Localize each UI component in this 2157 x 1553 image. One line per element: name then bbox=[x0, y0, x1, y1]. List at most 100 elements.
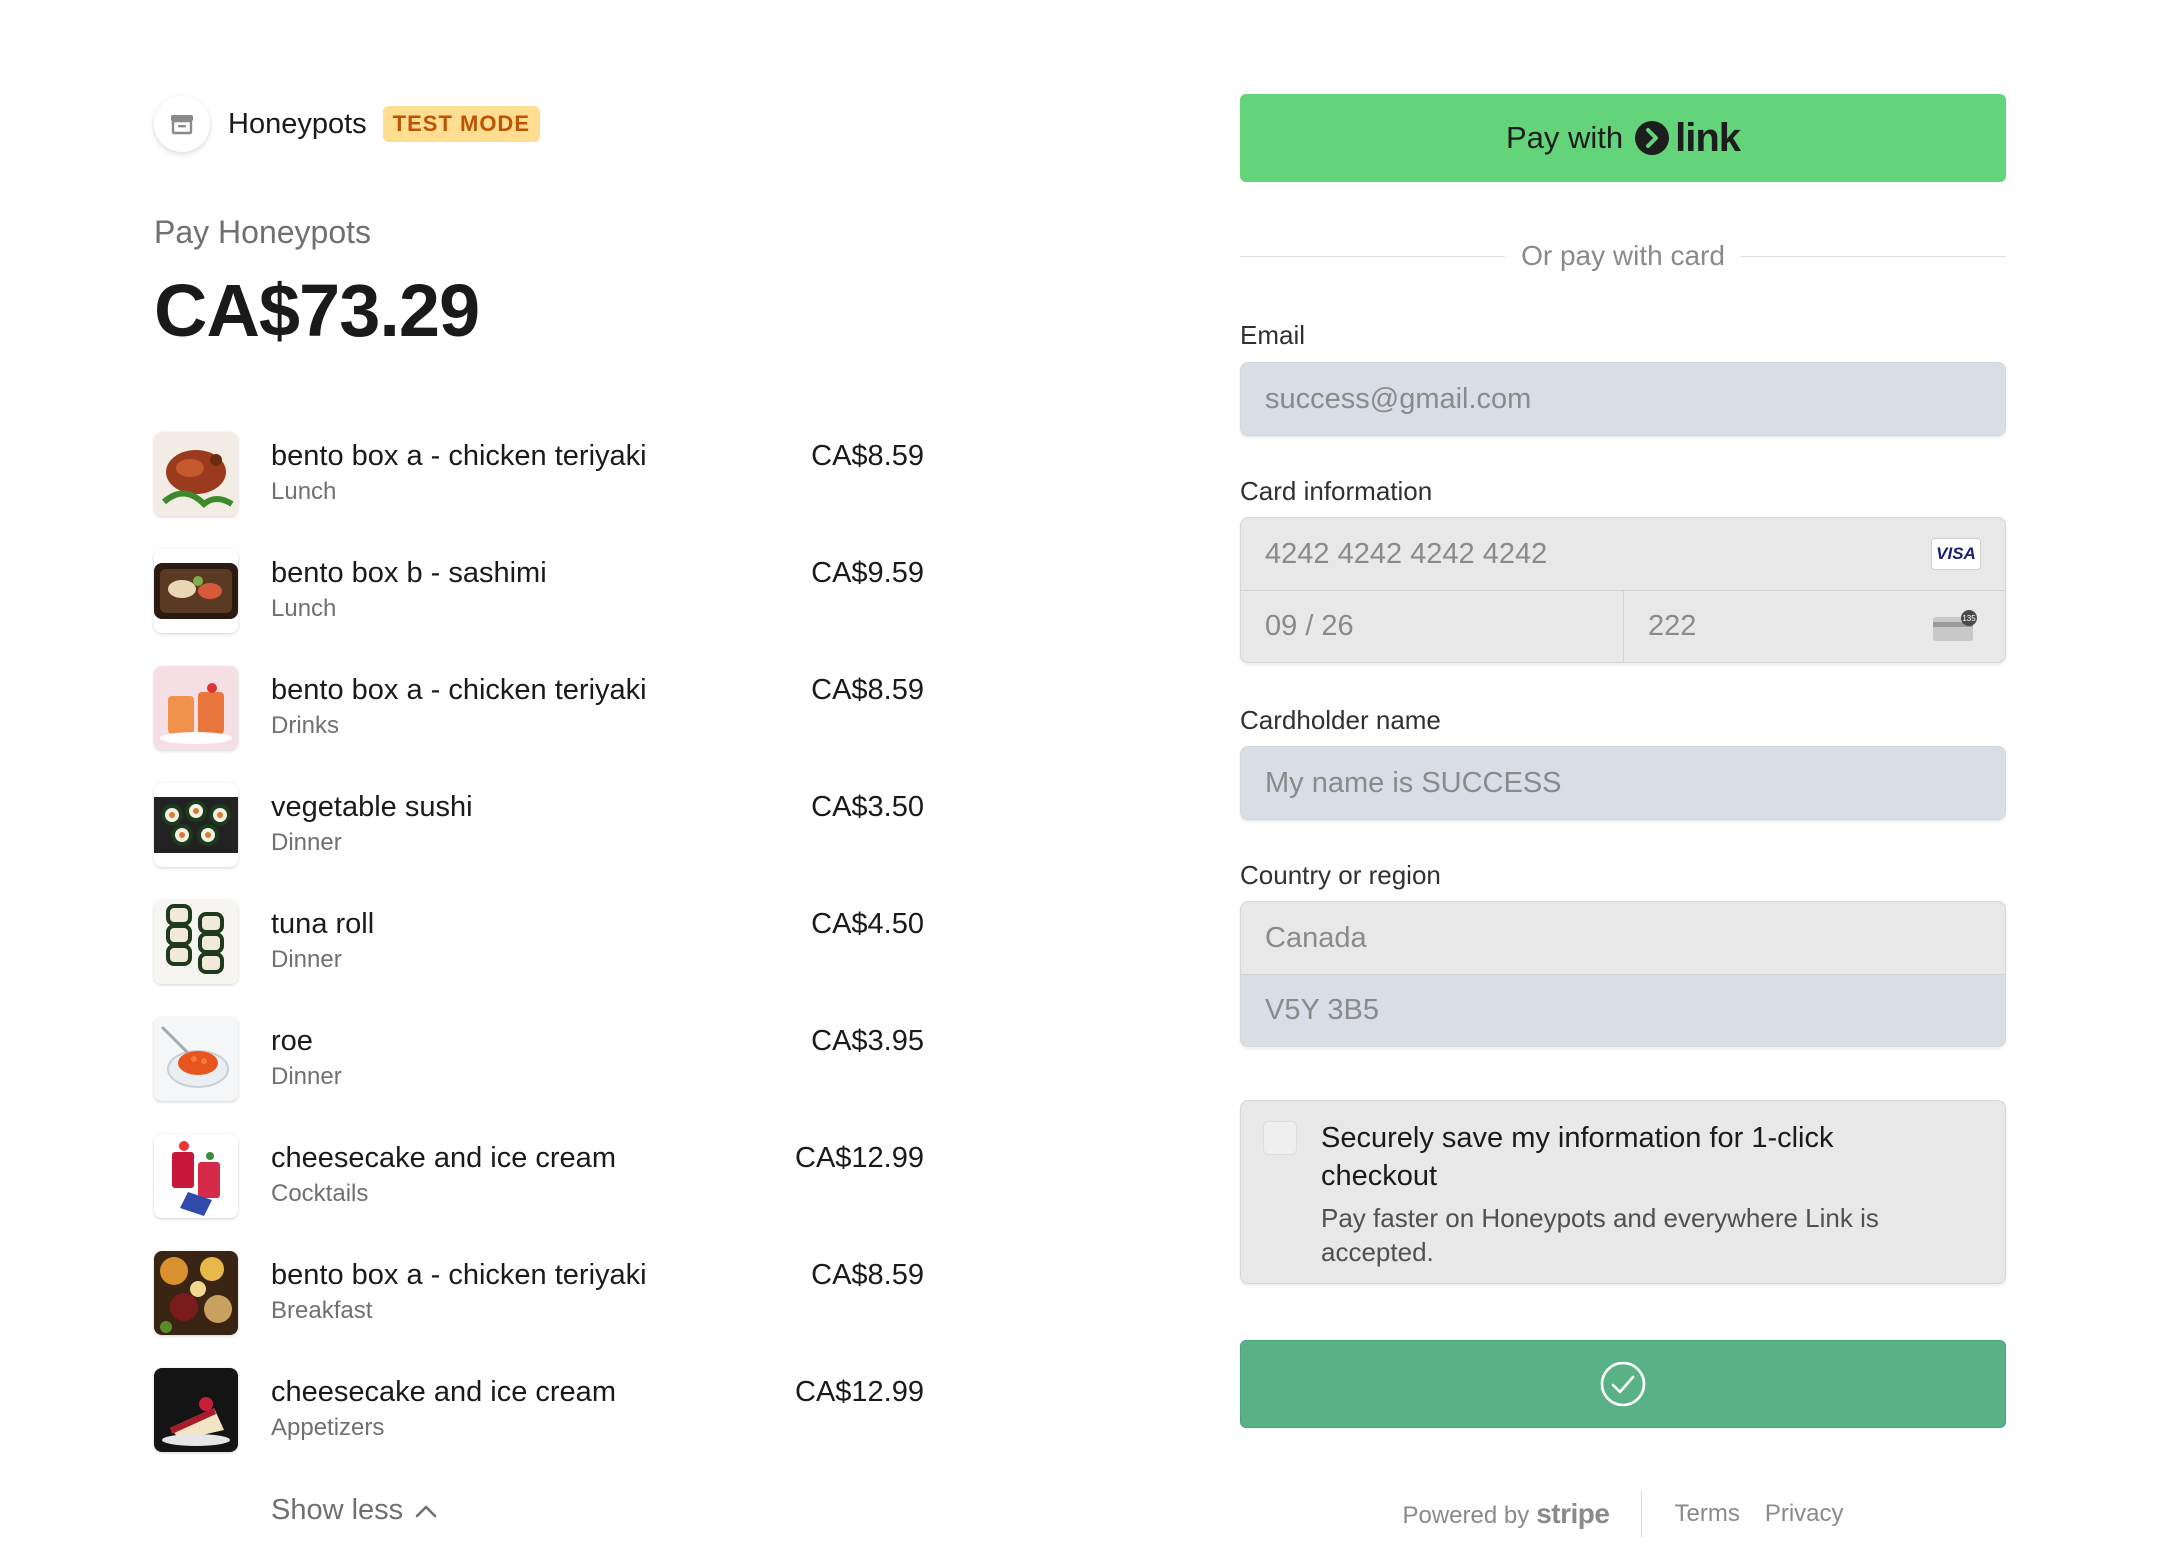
item-price: CA$8.59 bbox=[811, 440, 924, 472]
card-number-value: 4242 4242 4242 4242 bbox=[1265, 537, 1548, 570]
item-name: bento box a - chicken teriyaki bbox=[271, 1259, 647, 1291]
item-name: cheesecake and ice cream bbox=[271, 1142, 616, 1174]
divider-line bbox=[1240, 255, 1506, 257]
checkout-page: Honeypots TEST MODE Pay Honeypots CA$73.… bbox=[0, 0, 2157, 1553]
divider-line bbox=[1740, 255, 2007, 257]
item-image bbox=[154, 1134, 238, 1218]
card-cvc-input[interactable]: 222 135 bbox=[1623, 590, 2005, 662]
save-info-title: Securely save my information for 1-click… bbox=[1321, 1122, 1834, 1192]
payment-panel: Pay with link Or pay with card Email suc… bbox=[1078, 0, 2157, 1553]
item-price: CA$4.50 bbox=[811, 908, 924, 940]
merchant-name: Honeypots bbox=[228, 107, 367, 140]
line-item: cheesecake and ice cream Cocktails CA$12… bbox=[154, 1134, 924, 1251]
country-postal-field: Canada V5Y 3B5 bbox=[1240, 901, 2006, 1047]
card-cvc-value: 222 bbox=[1648, 610, 1697, 642]
powered-by-stripe[interactable]: Powered by stripe bbox=[1402, 1498, 1610, 1530]
card-expiry-value: 09 / 26 bbox=[1265, 610, 1354, 642]
card-expiry-cvc-row: 09 / 26 222 135 bbox=[1241, 590, 2005, 662]
item-category: Breakfast bbox=[271, 1297, 373, 1324]
footer: Powered by stripe Terms Privacy bbox=[1240, 1490, 2006, 1538]
terms-link[interactable]: Terms bbox=[1674, 1500, 1739, 1528]
footer-separator bbox=[1641, 1491, 1643, 1537]
item-price: CA$8.59 bbox=[811, 1259, 924, 1291]
link-arrow-icon bbox=[1635, 121, 1670, 155]
country-label: Country or region bbox=[1240, 860, 1441, 890]
item-image bbox=[154, 900, 238, 984]
item-price: CA$12.99 bbox=[795, 1376, 924, 1408]
item-image bbox=[154, 432, 238, 516]
cvc-icon-text: 135 bbox=[1962, 614, 1976, 623]
item-price: CA$3.95 bbox=[811, 1025, 924, 1057]
checkmark-icon bbox=[1600, 1361, 1646, 1407]
link-logo: link bbox=[1635, 115, 1741, 161]
total-amount: CA$73.29 bbox=[154, 269, 480, 352]
card-expiry-input[interactable]: 09 / 26 bbox=[1241, 591, 1623, 663]
item-category: Cocktails bbox=[271, 1180, 369, 1207]
order-summary-panel: Honeypots TEST MODE Pay Honeypots CA$73.… bbox=[0, 0, 1078, 1553]
item-name: bento box a - chicken teriyaki bbox=[271, 674, 647, 706]
stripe-logo: stripe bbox=[1536, 1498, 1610, 1529]
line-item: bento box b - sashimi Lunch CA$9.59 bbox=[154, 549, 924, 666]
line-item: bento box a - chicken teriyaki Breakfast… bbox=[154, 1251, 924, 1368]
item-category: Drinks bbox=[271, 712, 340, 739]
item-name: vegetable sushi bbox=[271, 791, 473, 823]
cardholder-label: Cardholder name bbox=[1240, 705, 1441, 735]
item-category: Appetizers bbox=[271, 1414, 385, 1441]
item-image bbox=[154, 1368, 238, 1452]
test-mode-badge: TEST MODE bbox=[382, 106, 540, 142]
submit-pay-button[interactable] bbox=[1240, 1340, 2006, 1428]
card-number-input[interactable]: 4242 4242 4242 4242 VISA bbox=[1241, 518, 2005, 590]
item-name: bento box b - sashimi bbox=[271, 557, 547, 589]
item-category: Lunch bbox=[271, 478, 337, 505]
pay-with-label: Pay with bbox=[1505, 120, 1624, 155]
pay-with-link-button[interactable]: Pay with link bbox=[1240, 94, 2006, 182]
email-label: Email bbox=[1240, 320, 1306, 350]
save-info-description: Pay faster on Honeypots and everywhere L… bbox=[1321, 1203, 1879, 1267]
show-less-button[interactable]: Show less bbox=[271, 1494, 437, 1527]
email-field[interactable]: success@gmail.com bbox=[1240, 362, 2006, 436]
email-input[interactable]: success@gmail.com bbox=[1241, 363, 2005, 435]
item-name: cheesecake and ice cream bbox=[271, 1376, 616, 1408]
country-select[interactable]: Canada bbox=[1241, 902, 2005, 974]
save-info-checkbox[interactable] bbox=[1263, 1121, 1297, 1155]
item-category: Dinner bbox=[271, 1063, 342, 1090]
store-icon bbox=[154, 96, 210, 152]
powered-by-label: Powered by bbox=[1402, 1502, 1530, 1529]
item-image bbox=[154, 549, 238, 633]
line-item: roe Dinner CA$3.95 bbox=[154, 1017, 924, 1134]
item-category: Dinner bbox=[271, 946, 342, 973]
card-info-label: Card information bbox=[1240, 476, 1433, 506]
item-price: CA$12.99 bbox=[795, 1142, 924, 1174]
divider-text: Or pay with card bbox=[1521, 240, 1725, 271]
postal-code-input[interactable]: V5Y 3B5 bbox=[1241, 974, 2005, 1046]
line-item: vegetable sushi Dinner CA$3.50 bbox=[154, 783, 924, 900]
line-item: cheesecake and ice cream Appetizers CA$1… bbox=[154, 1368, 924, 1485]
item-image bbox=[154, 783, 238, 867]
show-less-label: Show less bbox=[271, 1494, 404, 1526]
privacy-link[interactable]: Privacy bbox=[1765, 1500, 1844, 1528]
item-category: Dinner bbox=[271, 829, 342, 856]
item-price: CA$9.59 bbox=[811, 557, 924, 589]
line-item: bento box a - chicken teriyaki Lunch CA$… bbox=[154, 432, 924, 549]
cardholder-input[interactable]: My name is SUCCESS bbox=[1241, 747, 2005, 819]
item-category: Lunch bbox=[271, 595, 337, 622]
cvc-card-icon: 135 bbox=[1933, 609, 1977, 641]
link-brand-text: link bbox=[1675, 115, 1741, 160]
line-item: tuna roll Dinner CA$4.50 bbox=[154, 900, 924, 1017]
chevron-up-icon bbox=[415, 1505, 437, 1517]
item-name: bento box a - chicken teriyaki bbox=[271, 440, 647, 472]
item-image bbox=[154, 666, 238, 750]
cardholder-field[interactable]: My name is SUCCESS bbox=[1240, 746, 2006, 820]
item-price: CA$3.50 bbox=[811, 791, 924, 823]
merchant-header: Honeypots TEST MODE bbox=[154, 96, 540, 152]
card-info-field: 4242 4242 4242 4242 VISA 09 / 26 222 135 bbox=[1240, 517, 2006, 663]
or-divider: Or pay with card bbox=[1240, 238, 2007, 274]
line-item: bento box a - chicken teriyaki Drinks CA… bbox=[154, 666, 924, 783]
item-name: tuna roll bbox=[271, 908, 375, 940]
save-info-box: Securely save my information for 1-click… bbox=[1240, 1100, 2006, 1284]
item-name: roe bbox=[271, 1025, 313, 1057]
pay-merchant-label: Pay Honeypots bbox=[154, 214, 372, 250]
line-items-list: bento box a - chicken teriyaki Lunch CA$… bbox=[154, 432, 924, 1485]
item-image bbox=[154, 1251, 238, 1335]
visa-card-icon: VISA bbox=[1931, 538, 1981, 570]
